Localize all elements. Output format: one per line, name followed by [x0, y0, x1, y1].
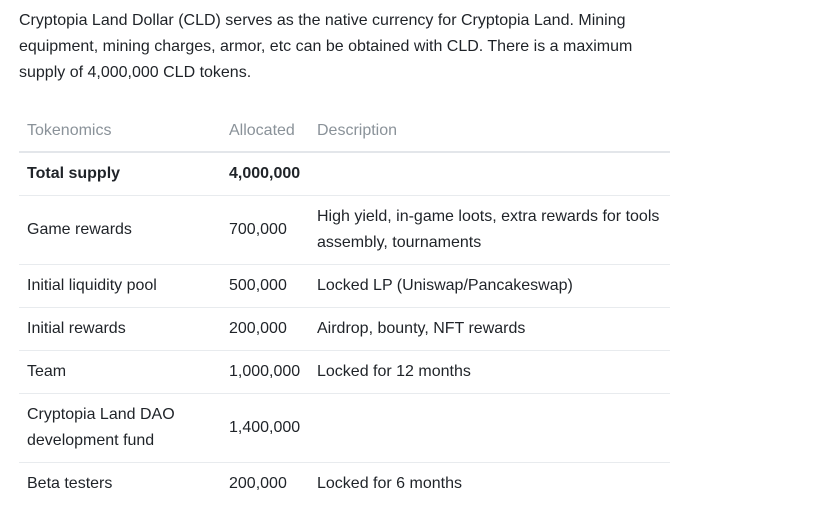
header-description: Description: [309, 110, 670, 153]
cell-tokenomics: Total supply: [19, 152, 221, 196]
cell-tokenomics: Game rewards: [19, 195, 221, 265]
header-allocated: Allocated: [221, 110, 309, 153]
header-tokenomics: Tokenomics: [19, 110, 221, 153]
cell-description: [309, 393, 670, 463]
tokenomics-table: Tokenomics Allocated Description Total s…: [19, 110, 670, 505]
cell-tokenomics: Initial liquidity pool: [19, 264, 221, 308]
cell-description: Locked for 6 months: [317, 475, 462, 492]
cell-tokenomics: Cryptopia Land DAO development fund: [19, 393, 221, 463]
cell-description: [309, 152, 670, 196]
table-row-initial-rewards: Initial rewards 200,000 Airdrop, bounty,…: [19, 307, 670, 351]
cell-description: Airdrop, bounty, NFT rewards: [309, 307, 670, 351]
table-row-game-rewards: Game rewards 700,000 High yield, in-game…: [19, 195, 670, 265]
table-row-total-supply: Total supply 4,000,000: [19, 152, 670, 196]
cell-allocated: 200,000: [229, 475, 287, 492]
table-header-row: Tokenomics Allocated Description: [19, 110, 670, 153]
table-row-dao-development-fund: Cryptopia Land DAO development fund 1,40…: [19, 393, 670, 463]
cell-allocated: 1,400,000: [221, 393, 309, 463]
cell-description: Locked for 12 months: [309, 350, 670, 394]
cell-tokenomics: Initial rewards: [19, 307, 221, 351]
cell-allocated: 500,000: [221, 264, 309, 308]
cell-description: Locked LP (Uniswap/Pancakeswap): [309, 264, 670, 308]
cell-tokenomics: Team: [19, 350, 221, 394]
cell-tokenomics: Beta testers: [27, 475, 113, 492]
cell-allocated: 200,000: [221, 307, 309, 351]
cell-description: High yield, in-game loots, extra rewards…: [309, 195, 670, 265]
table-row-initial-liquidity-pool: Initial liquidity pool 500,000 Locked LP…: [19, 264, 670, 308]
cell-allocated: 4,000,000: [221, 152, 309, 196]
cell-allocated: 1,000,000: [221, 350, 309, 394]
table-row-team: Team 1,000,000 Locked for 12 months: [19, 350, 670, 394]
intro-paragraph: Cryptopia Land Dollar (CLD) serves as th…: [19, 12, 633, 81]
table-row-beta-testers: Beta testers 200,000 Locked for 6 months: [19, 463, 670, 505]
cell-allocated: 700,000: [221, 195, 309, 265]
